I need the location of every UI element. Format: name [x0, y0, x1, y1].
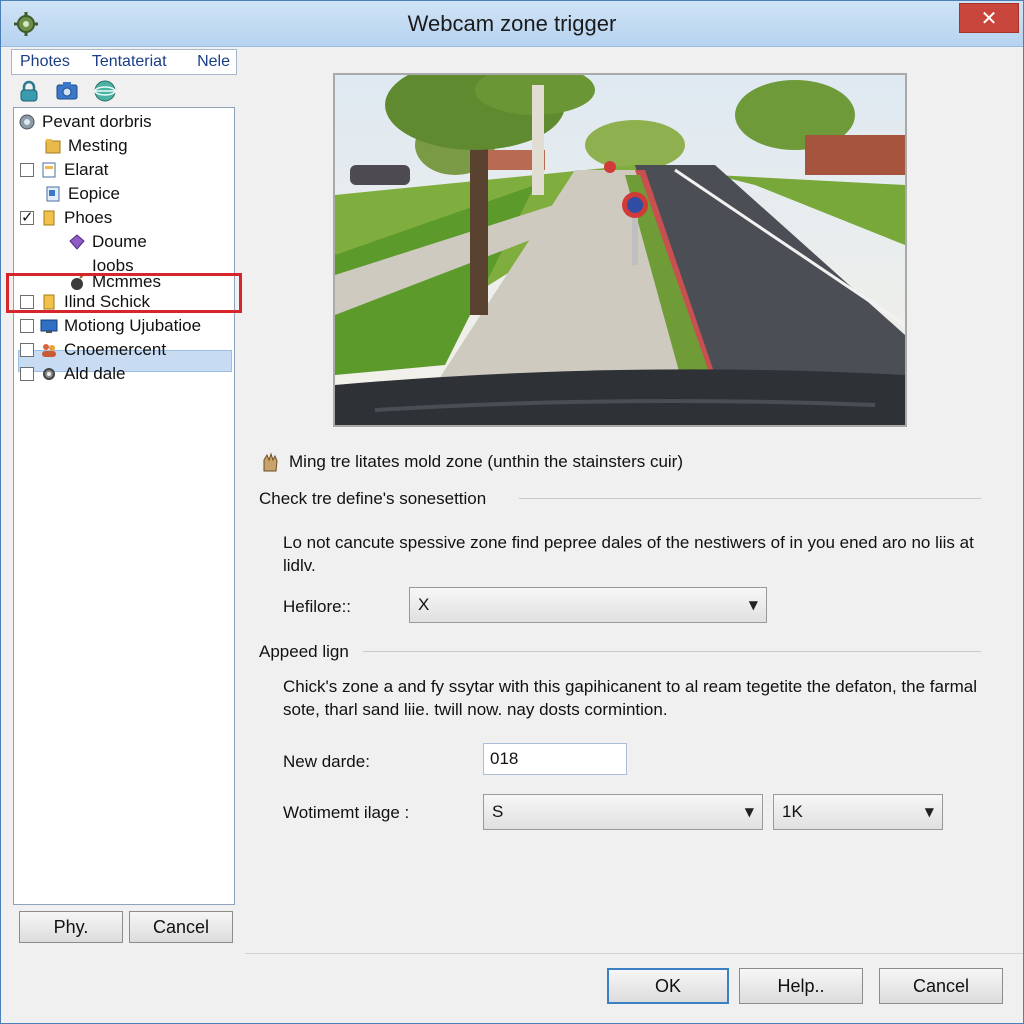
close-button[interactable]: ✕ [959, 3, 1019, 33]
cancel-button[interactable]: Cancel [879, 968, 1003, 1004]
tree-item-doume[interactable]: Doume [68, 230, 147, 254]
checkbox-checked[interactable] [20, 208, 34, 226]
tab-nele[interactable]: Nele [189, 53, 236, 71]
left-toolbar [11, 75, 237, 107]
camera-icon[interactable] [55, 79, 79, 103]
selection-annotation-box [6, 273, 242, 313]
tree-view[interactable]: Pevant dorbris Mesting Elarat Eopice Pho… [13, 107, 235, 905]
checkbox[interactable] [20, 367, 34, 381]
hefilore-label: Hefilore:: [283, 597, 352, 616]
tree-item-label: Eopice [68, 184, 120, 203]
tree-item-ald-dale[interactable]: Ald dale [20, 362, 125, 386]
warning-hand-icon [263, 452, 278, 472]
apply-button[interactable]: Phy. [19, 911, 123, 943]
gem-icon [69, 234, 85, 250]
section-divider [363, 651, 981, 652]
folder-icon [43, 210, 55, 226]
left-tabs: Photes Tentateriat Nele [11, 49, 237, 75]
title-bar: Webcam zone trigger ✕ [1, 1, 1023, 47]
camera-icon [19, 114, 35, 130]
help-button[interactable]: Help.. [739, 968, 863, 1004]
window-title: Webcam zone trigger [407, 11, 617, 36]
tree-item-label: Elarat [64, 160, 109, 179]
section-divider [519, 498, 981, 499]
tree-item-label: Mesting [68, 136, 128, 155]
tree-item-eopice[interactable]: Eopice [44, 182, 120, 206]
section2-description: Chick's zone a and fy ssytar with this g… [283, 677, 978, 719]
section-heading-appeed: Appeed lign [259, 642, 349, 661]
tab-photes[interactable]: Photes [12, 53, 78, 71]
wotimemt-dropdown-1[interactable]: S ▼ [483, 794, 763, 830]
document-icon [42, 162, 56, 178]
tree-item-label: Doume [92, 232, 147, 251]
dropdown-value: 1K [782, 802, 803, 821]
tree-item-label: Cnoemercent [64, 340, 167, 359]
document-icon [46, 186, 60, 202]
lock-icon[interactable] [17, 79, 41, 103]
chevron-down-icon: ▼ [744, 805, 754, 819]
tree-item-label: Ald dale [64, 364, 126, 383]
dropdown-value: S [492, 802, 504, 821]
dropdown-value: X [418, 595, 430, 614]
wotimemt-dropdown-2[interactable]: 1K ▼ [773, 794, 943, 830]
hefilore-dropdown[interactable]: X ▼ [409, 587, 767, 623]
tab-tentateriat[interactable]: Tentateriat [78, 53, 175, 71]
wotimemt-label: Wotimemt ilage : [283, 803, 410, 822]
ok-button[interactable]: OK [607, 968, 729, 1004]
people-icon [42, 344, 56, 357]
folder-icon [45, 139, 61, 154]
tree-item-motiong-ujubatioe[interactable]: Motiong Ujubatioe [20, 314, 201, 338]
section1-description: Lo not cancute spessive zone find pepree… [283, 533, 974, 575]
tree-item-label: Phoes [64, 208, 113, 227]
checkbox[interactable] [20, 319, 34, 333]
new-darde-label: New darde: [283, 752, 370, 771]
section-heading-check: Check tre define's sonesettion [259, 489, 487, 508]
chevron-down-icon: ▼ [748, 598, 758, 612]
left-cancel-button[interactable]: Cancel [129, 911, 233, 943]
left-pane: Photes Tentateriat Nele Pevant dorbris M… [11, 47, 237, 947]
chevron-down-icon: ▼ [924, 805, 934, 819]
footer-divider [245, 953, 1023, 954]
info-line: Ming tre litates mold zone (unthin the s… [259, 451, 683, 473]
checkbox[interactable] [20, 163, 34, 177]
tree-item-pevant-dorbris[interactable]: Pevant dorbris [18, 110, 152, 134]
checkbox[interactable] [20, 343, 34, 357]
monitor-icon [40, 319, 58, 333]
dialog-window: Webcam zone trigger ✕ Photes Tentateriat… [0, 0, 1024, 1024]
gear-icon [43, 368, 55, 380]
street-scene-image [335, 75, 905, 425]
tree-item-phoes[interactable]: Phoes [20, 206, 112, 230]
info-text: Ming tre litates mold zone (unthin the s… [289, 452, 684, 471]
globe-icon[interactable] [93, 79, 117, 103]
tree-item-cnoemercent[interactable]: Cnoemercent [20, 338, 166, 362]
new-darde-input[interactable]: 018 [483, 743, 627, 775]
tree-item-label: Motiong Ujubatioe [64, 316, 202, 335]
webcam-preview [333, 73, 907, 427]
tree-item-label: Pevant dorbris [42, 112, 152, 131]
tree-item-elarat[interactable]: Elarat [20, 158, 108, 182]
tree-item-mesting[interactable]: Mesting [44, 134, 128, 158]
